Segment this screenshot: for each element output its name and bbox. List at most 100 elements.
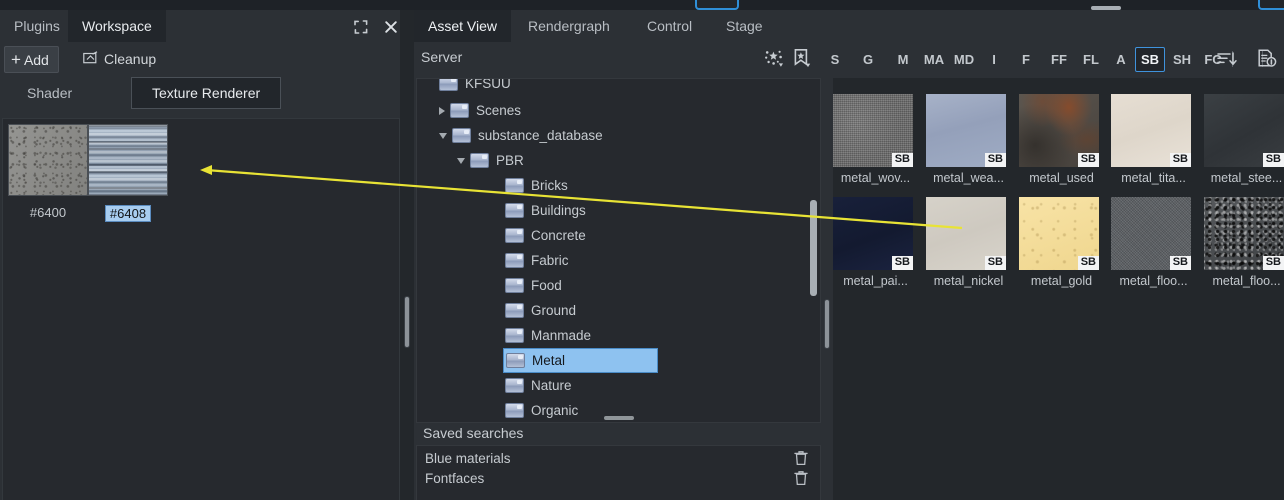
tree-item-scenes[interactable]: Scenes [417, 98, 821, 123]
filter-button-m[interactable]: M [891, 47, 915, 72]
folder-icon [505, 253, 524, 268]
saved-searches-title: Saved searches [423, 425, 523, 441]
tab-control[interactable]: Control [633, 10, 706, 42]
tree-item-label: Concrete [531, 228, 586, 243]
tree-item-substance-database[interactable]: substance_database [417, 123, 821, 148]
workspace-panel: Plugins Workspace + Add [0, 10, 400, 500]
saved-search-item-blue-materials[interactable]: Blue materials [417, 448, 818, 468]
texture-thumb-label-wrap: #6400 [8, 200, 88, 220]
tree-horizontal-scrollbar[interactable] [604, 416, 634, 420]
asset-item[interactable]: SB metal_pai... [833, 197, 918, 288]
tab-rendergraph[interactable]: Rendergraph [514, 10, 624, 42]
asset-view-toolbar: Server [414, 42, 1284, 75]
filter-button-s[interactable]: S [825, 47, 845, 72]
workspace-tabbar: Plugins Workspace [0, 10, 400, 42]
splitter-grip[interactable] [825, 300, 829, 348]
asset-view-panel: Asset View Rendergraph Control Stage Ser… [414, 10, 1284, 500]
filter-button-ff[interactable]: FF [1045, 47, 1073, 72]
asset-thumbnail: SB [1204, 94, 1284, 167]
filter-button-md[interactable]: MD [948, 47, 980, 72]
asset-view-tabbar: Asset View Rendergraph Control Stage [414, 10, 1284, 42]
folder-icon [505, 303, 524, 318]
top-strip [0, 0, 1284, 10]
filter-button-sh[interactable]: SH [1166, 47, 1198, 72]
subtab-shader[interactable]: Shader [6, 77, 93, 109]
trash-icon[interactable] [794, 470, 808, 486]
folder-icon [452, 128, 471, 143]
workspace-toolbar: + Add Cleanup [0, 42, 400, 75]
asset-item[interactable]: SB metal_tita... [1111, 94, 1196, 185]
tab-workspace[interactable]: Workspace [68, 10, 166, 42]
filter-button-g[interactable]: G [857, 47, 879, 72]
tree-item-ground[interactable]: Ground [417, 298, 821, 323]
cleanup-button[interactable]: Cleanup [75, 46, 164, 71]
tab-stage[interactable]: Stage [712, 10, 777, 42]
folder-icon [506, 353, 525, 368]
application-window: Plugins Workspace + Add [0, 0, 1284, 500]
texture-thumb-6408[interactable]: #6408 [88, 124, 168, 222]
asset-tree[interactable]: KFSUU Scenes substance_database PBR Bric… [416, 78, 821, 423]
tree-item-label: Buildings [531, 203, 586, 218]
filter-button-i[interactable]: I [986, 47, 1002, 72]
chevron-right-icon[interactable] [439, 107, 445, 115]
chevron-down-icon[interactable] [439, 133, 447, 139]
splitter-grip[interactable] [405, 297, 409, 347]
tree-item-pbr[interactable]: PBR [417, 148, 821, 173]
tree-item-buildings[interactable]: Buildings [417, 198, 821, 223]
tree-item-fabric[interactable]: Fabric [417, 248, 821, 273]
tree-item-clipped[interactable]: KFSUU [417, 78, 821, 96]
expand-icon[interactable] [352, 18, 370, 36]
tree-scrollbar[interactable] [810, 80, 819, 421]
tree-item-label: Fabric [531, 253, 569, 268]
tree-item-label: Metal [532, 353, 565, 368]
asset-label: metal_used [1019, 171, 1104, 185]
saved-searches-list[interactable]: Blue materials Fontfaces [416, 445, 821, 500]
tree-item-nature[interactable]: Nature [417, 373, 821, 398]
texture-thumb-label-selected: #6408 [105, 205, 151, 222]
folder-icon [505, 328, 524, 343]
folder-icon [505, 378, 524, 393]
panel-splitter-left[interactable] [400, 10, 414, 500]
folder-icon [505, 228, 524, 243]
panel-splitter-right[interactable] [821, 78, 833, 500]
sort-descending-icon[interactable] [1214, 46, 1240, 71]
top-focused-widget-2[interactable] [1258, 0, 1284, 10]
asset-item[interactable]: SB metal_wov... [833, 94, 918, 185]
texture-thumb-6400[interactable]: #6400 [8, 124, 88, 220]
saved-search-item-fontfaces[interactable]: Fontfaces [417, 468, 818, 488]
tree-item-bricks[interactable]: Bricks [417, 173, 821, 198]
top-focused-widget[interactable] [695, 0, 739, 10]
asset-item[interactable]: SB metal_wea... [926, 94, 1011, 185]
texture-renderer-canvas: #6400 #6408 [2, 118, 400, 500]
filter-button-fl[interactable]: FL [1077, 47, 1105, 72]
asset-item[interactable]: SB metal_used [1019, 94, 1104, 185]
folder-icon [505, 178, 524, 193]
filter-button-f[interactable]: F [1016, 47, 1036, 72]
tab-asset-view[interactable]: Asset View [414, 10, 511, 42]
asset-item[interactable]: SB metal_floo... [1204, 197, 1284, 288]
asset-item[interactable]: SB metal_floo... [1111, 197, 1196, 288]
filter-button-a[interactable]: A [1110, 47, 1132, 72]
asset-item[interactable]: SB metal_gold [1019, 197, 1104, 288]
tab-plugins[interactable]: Plugins [0, 10, 74, 42]
tree-item-label: Food [531, 278, 562, 293]
asset-grid[interactable]: SB metal_wov... SB metal_wea... SB metal… [833, 78, 1284, 500]
subtab-texture-renderer[interactable]: Texture Renderer [131, 77, 281, 109]
tree-item-manmade[interactable]: Manmade [417, 323, 821, 348]
add-button[interactable]: + Add [4, 46, 59, 73]
close-icon[interactable] [382, 18, 400, 36]
asset-item[interactable]: SB metal_stee... [1204, 94, 1284, 185]
asset-label: metal_floo... [1111, 274, 1196, 288]
asset-item[interactable]: SB metal_nickel [926, 197, 1011, 288]
filter-button-sb[interactable]: SB [1135, 47, 1165, 72]
filter-button-ma[interactable]: MA [918, 47, 950, 72]
tree-item-metal[interactable]: Metal [503, 348, 658, 373]
tree-item-concrete[interactable]: Concrete [417, 223, 821, 248]
tree-scrollbar-thumb[interactable] [810, 200, 817, 296]
bookmark-star-icon[interactable] [789, 46, 815, 71]
collection-star-icon[interactable] [761, 46, 787, 71]
trash-icon[interactable] [794, 450, 808, 466]
tree-item-food[interactable]: Food [417, 273, 821, 298]
document-info-icon[interactable] [1254, 46, 1280, 71]
chevron-down-icon[interactable] [457, 158, 465, 164]
